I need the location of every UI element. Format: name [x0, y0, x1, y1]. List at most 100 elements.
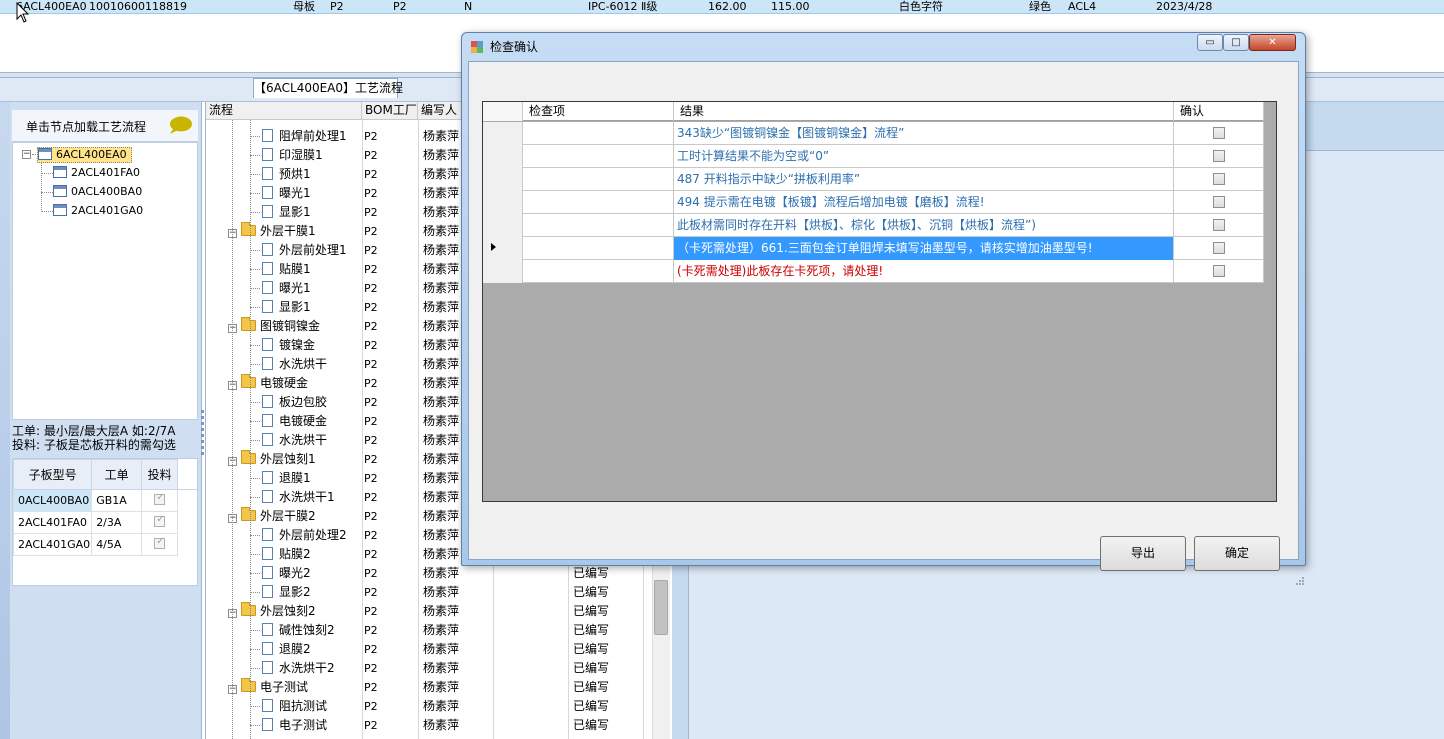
- table-row[interactable]: 碱性蚀刻2 P2 杨素萍 已编写: [206, 621, 672, 640]
- cell-process-name[interactable]: 显影2: [206, 583, 361, 602]
- cell-status[interactable]: 已编写: [573, 602, 623, 621]
- cell-model[interactable]: 0ACL400BA0: [12, 489, 93, 512]
- cell-check-item[interactable]: [523, 260, 674, 283]
- cell-process-name[interactable]: 碱性蚀刻2: [206, 621, 361, 640]
- cell-check-item[interactable]: [523, 191, 674, 214]
- cell-process-name[interactable]: − 外层蚀刻1: [206, 450, 361, 469]
- confirm-button[interactable]: 确定: [1194, 536, 1280, 571]
- feed-checkbox[interactable]: [154, 514, 166, 527]
- cell-status[interactable]: 已编写: [573, 697, 623, 716]
- cell-check-item[interactable]: [523, 122, 674, 145]
- cell-process-name[interactable]: 预烘1: [206, 165, 361, 184]
- cell-bom-factory[interactable]: P2: [364, 659, 414, 678]
- cell-process-name[interactable]: 曝光1: [206, 279, 361, 298]
- row-header[interactable]: [483, 237, 523, 260]
- cell-process-name[interactable]: − 电镀硬金: [206, 374, 361, 393]
- cell-process-name[interactable]: 贴膜2: [206, 545, 361, 564]
- cell-process-name[interactable]: 水洗烘干2: [206, 659, 361, 678]
- cell-feed[interactable]: [141, 489, 179, 512]
- col-header-order[interactable]: 工单: [91, 459, 143, 490]
- cell-process-name[interactable]: 板边包胶: [206, 393, 361, 412]
- table-row[interactable]: 曝光2 P2 杨素萍 已编写: [206, 564, 672, 583]
- process-scrollbar-thumb[interactable]: [654, 580, 668, 635]
- cell-process-name[interactable]: 贴膜1: [206, 260, 361, 279]
- cell-process-name[interactable]: 退膜1: [206, 469, 361, 488]
- cell-confirm[interactable]: [1174, 168, 1264, 191]
- cell-author[interactable]: 杨素萍: [423, 640, 493, 659]
- cell-process-name[interactable]: 水洗烘干: [206, 431, 361, 450]
- cell-bom-factory[interactable]: P2: [364, 583, 414, 602]
- cell-bom-factory[interactable]: P2: [364, 526, 414, 545]
- tree-node-root[interactable]: 6ACL400EA0: [37, 147, 132, 163]
- table-row[interactable]: (卡死需处理)此板存在卡死项，请处理!: [483, 260, 1264, 283]
- cell-bom-factory[interactable]: P2: [364, 412, 414, 431]
- cell-order[interactable]: 4/5A: [91, 533, 143, 556]
- table-row[interactable]: − 电子测试 P2 杨素萍 已编写: [206, 678, 672, 697]
- table-row[interactable]: 电子测试 P2 杨素萍 已编写: [206, 716, 672, 735]
- cell-bom-factory[interactable]: P2: [364, 507, 414, 526]
- cell-check-item[interactable]: [523, 214, 674, 237]
- cell-order[interactable]: GB1A: [91, 489, 143, 512]
- table-row[interactable]: （卡死需处理）661.三面包金订单阻焊未填写油墨型号，请核实增加油墨型号!: [483, 237, 1264, 260]
- cell-bom-factory[interactable]: P2: [364, 678, 414, 697]
- table-row[interactable]: 显影2 P2 杨素萍 已编写: [206, 583, 672, 602]
- table-row[interactable]: 阻抗测试 P2 杨素萍 已编写: [206, 697, 672, 716]
- cell-bom-factory[interactable]: P2: [364, 450, 414, 469]
- cell-bom-factory[interactable]: P2: [364, 488, 414, 507]
- cell-bom-factory[interactable]: P2: [364, 165, 414, 184]
- cell-status[interactable]: 已编写: [573, 640, 623, 659]
- cell-bom-factory[interactable]: P2: [364, 298, 414, 317]
- cell-process-name[interactable]: 曝光2: [206, 564, 361, 583]
- cell-check-item[interactable]: [523, 237, 674, 260]
- cell-author[interactable]: 杨素萍: [423, 621, 493, 640]
- cell-status[interactable]: 已编写: [573, 583, 623, 602]
- cell-order[interactable]: 2/3A: [91, 511, 143, 534]
- cell-bom-factory[interactable]: P2: [364, 716, 414, 735]
- row-header[interactable]: [483, 145, 523, 168]
- cell-bom-factory[interactable]: P2: [364, 697, 414, 716]
- cell-bom-factory[interactable]: P2: [364, 184, 414, 203]
- cell-process-name[interactable]: − 外层干膜1: [206, 222, 361, 241]
- cell-process-name[interactable]: − 电子测试: [206, 678, 361, 697]
- cell-status[interactable]: 已编写: [573, 716, 623, 735]
- table-row[interactable]: 2ACL401GA0 4/5A: [12, 533, 198, 556]
- cell-feed[interactable]: [141, 533, 179, 556]
- cell-author[interactable]: 杨素萍: [423, 716, 493, 735]
- col-header-check-item[interactable]: 检查项: [523, 102, 674, 121]
- table-row[interactable]: − 外层蚀刻2 P2 杨素萍 已编写: [206, 602, 672, 621]
- cell-confirm[interactable]: [1174, 214, 1264, 237]
- cell-bom-factory[interactable]: P2: [364, 127, 414, 146]
- col-header-feed[interactable]: 投料: [141, 459, 179, 490]
- col-header-process[interactable]: 流程: [206, 102, 362, 120]
- cell-status[interactable]: 已编写: [573, 678, 623, 697]
- cell-process-name[interactable]: 电镀硬金: [206, 412, 361, 431]
- cell-confirm[interactable]: [1174, 260, 1264, 283]
- cell-feed[interactable]: [141, 511, 179, 534]
- cell-result[interactable]: 494 提示需在电镀【板镀】流程后增加电镀【磨板】流程!: [674, 191, 1174, 214]
- col-header-confirm[interactable]: 确认: [1174, 102, 1264, 121]
- cell-result[interactable]: 343缺少“图镀铜镍金【图镀铜镍金】流程”: [674, 122, 1174, 145]
- cell-confirm[interactable]: [1174, 122, 1264, 145]
- cell-bom-factory[interactable]: P2: [364, 374, 414, 393]
- cell-confirm[interactable]: [1174, 237, 1264, 260]
- cell-author[interactable]: 杨素萍: [423, 678, 493, 697]
- row-header[interactable]: [483, 122, 523, 145]
- cell-model[interactable]: 2ACL401FA0: [12, 511, 93, 534]
- cell-process-name[interactable]: 电子测试: [206, 716, 361, 735]
- cell-bom-factory[interactable]: P2: [364, 564, 414, 583]
- col-header-bom[interactable]: BOM工厂: [362, 102, 418, 120]
- cell-author[interactable]: 杨素萍: [423, 659, 493, 678]
- cell-bom-factory[interactable]: P2: [364, 317, 414, 336]
- cell-result[interactable]: (卡死需处理)此板存在卡死项，请处理!: [674, 260, 1174, 283]
- cell-bom-factory[interactable]: P2: [364, 336, 414, 355]
- cell-process-name[interactable]: − 外层蚀刻2: [206, 602, 361, 621]
- cell-author[interactable]: 杨素萍: [423, 602, 493, 621]
- tree-node-child[interactable]: 0ACL400BA0: [53, 185, 142, 199]
- cell-process-name[interactable]: 水洗烘干: [206, 355, 361, 374]
- cell-process-name[interactable]: 外层前处理2: [206, 526, 361, 545]
- row-header[interactable]: [483, 214, 523, 237]
- cell-result[interactable]: 此板材需同时存在开料【烘板】、棕化【烘板】、沉铜【烘板】流程”): [674, 214, 1174, 237]
- table-row[interactable]: 此板材需同时存在开料【烘板】、棕化【烘板】、沉铜【烘板】流程”): [483, 214, 1264, 237]
- cell-check-item[interactable]: [523, 168, 674, 191]
- cell-bom-factory[interactable]: P2: [364, 393, 414, 412]
